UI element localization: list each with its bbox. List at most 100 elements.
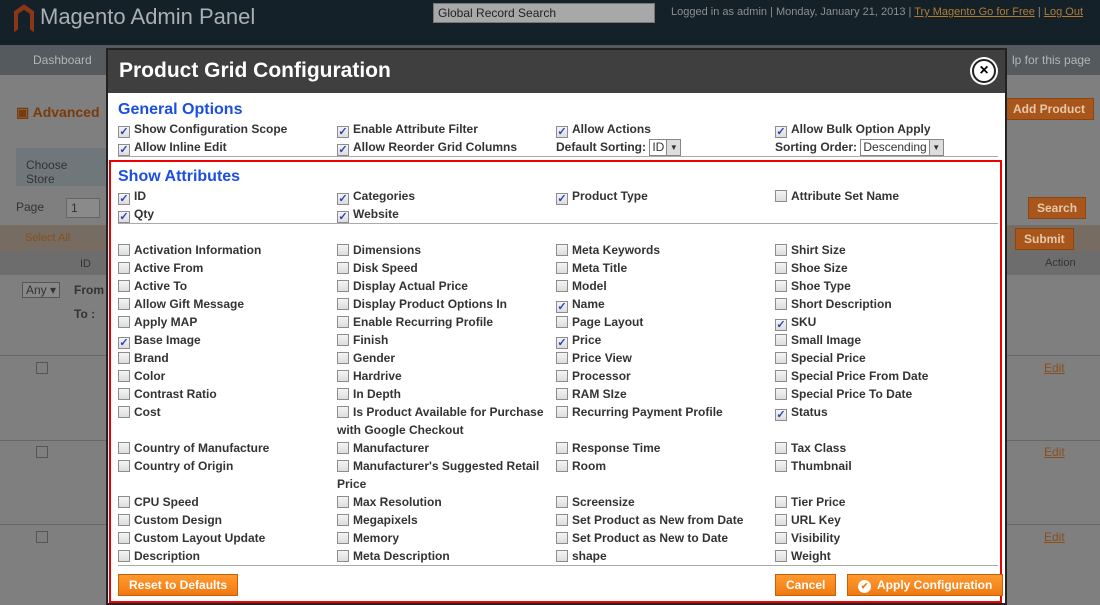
checkbox[interactable] [775, 550, 787, 562]
checkbox[interactable] [556, 388, 568, 400]
checkbox[interactable] [556, 496, 568, 508]
row-checkbox[interactable] [36, 531, 48, 543]
attribute-option[interactable]: Dimensions [337, 241, 549, 259]
checkbox[interactable] [118, 442, 130, 454]
attribute-option[interactable]: ✓ Show Configuration Scope [118, 120, 330, 138]
checkbox[interactable] [775, 370, 787, 382]
attribute-option[interactable]: ✓ Allow Reorder Grid Columns [337, 138, 549, 156]
attribute-option[interactable]: Allow Gift Message [118, 295, 330, 313]
attribute-option[interactable]: Display Actual Price [337, 277, 549, 295]
magento-logo[interactable]: Magento Admin Panel [14, 4, 255, 33]
logout-link[interactable]: Log Out [1044, 6, 1083, 18]
attribute-option[interactable]: Special Price From Date [775, 367, 987, 385]
checkbox[interactable] [118, 316, 130, 328]
attribute-option[interactable]: ✓ Website [337, 205, 549, 223]
attribute-option[interactable]: Country of Origin [118, 457, 330, 493]
checkbox[interactable] [118, 514, 130, 526]
apply-configuration-button[interactable]: ✔ Apply Configuration [847, 574, 1004, 596]
attribute-option[interactable]: Meta Description [337, 547, 549, 565]
submit-button[interactable]: Submit [1015, 228, 1074, 250]
try-magento-link[interactable]: Try Magento Go for Free [914, 6, 1035, 18]
attribute-option[interactable]: Country of Manufacture [118, 439, 330, 457]
edit-link[interactable]: Edit [1044, 445, 1065, 459]
checkbox[interactable] [556, 442, 568, 454]
attribute-option[interactable]: Gender [337, 349, 549, 367]
attribute-option[interactable]: Max Resolution [337, 493, 549, 511]
attribute-option[interactable]: Set Product as New from Date [556, 511, 768, 529]
checkbox[interactable] [337, 550, 349, 562]
checkbox[interactable] [337, 334, 349, 346]
checkbox[interactable] [775, 532, 787, 544]
edit-link[interactable]: Edit [1044, 530, 1065, 544]
attribute-option[interactable]: ✓ Status [775, 403, 987, 439]
any-select[interactable]: Any ▾ [22, 282, 61, 298]
page-input[interactable]: 1 [66, 198, 100, 218]
attribute-option[interactable]: Apply MAP [118, 313, 330, 331]
attribute-option[interactable]: ✓ ID [118, 187, 330, 205]
attribute-option[interactable]: Price View [556, 349, 768, 367]
checkbox[interactable] [556, 550, 568, 562]
attribute-option[interactable]: ✓ SKU [775, 313, 987, 331]
close-icon[interactable]: × [972, 59, 996, 83]
checkbox[interactable] [775, 388, 787, 400]
attribute-option[interactable]: shape [556, 547, 768, 565]
attribute-option[interactable]: Short Description [775, 295, 987, 313]
checkbox-checked[interactable]: ✓ [337, 211, 349, 223]
attribute-option[interactable]: Meta Title [556, 259, 768, 277]
attribute-option[interactable]: Disk Speed [337, 259, 549, 277]
add-product-button[interactable]: Add Product [1004, 98, 1094, 120]
attribute-option[interactable]: ✓ Allow Bulk Option Apply [775, 120, 987, 138]
attribute-option[interactable]: Screensize [556, 493, 768, 511]
search-button[interactable]: Search [1028, 197, 1087, 219]
attribute-option[interactable]: Description [118, 547, 330, 565]
checkbox[interactable] [556, 514, 568, 526]
attribute-option[interactable]: Manufacturer [337, 439, 549, 457]
checkbox[interactable] [556, 406, 568, 418]
attribute-option[interactable]: Processor [556, 367, 768, 385]
attribute-option[interactable]: Tax Class [775, 439, 987, 457]
attribute-option[interactable]: Custom Layout Update [118, 529, 330, 547]
checkbox[interactable] [118, 496, 130, 508]
checkbox[interactable] [337, 460, 349, 472]
attribute-option[interactable]: Thumbnail [775, 457, 987, 493]
attribute-option[interactable]: Is Product Available for Purchase with G… [337, 403, 549, 439]
attribute-option[interactable]: Memory [337, 529, 549, 547]
checkbox[interactable] [775, 298, 787, 310]
checkbox-checked[interactable]: ✓ [775, 126, 787, 138]
attribute-option[interactable]: ✓ Qty [118, 205, 330, 223]
attribute-option[interactable]: Hardrive [337, 367, 549, 385]
checkbox-checked[interactable]: ✓ [775, 319, 787, 331]
checkbox-checked[interactable]: ✓ [556, 337, 568, 349]
checkbox[interactable] [337, 370, 349, 382]
checkbox[interactable] [337, 262, 349, 274]
nav-dashboard[interactable]: Dashboard [33, 53, 92, 67]
checkbox[interactable] [118, 262, 130, 274]
checkbox[interactable] [775, 190, 787, 202]
attribute-option[interactable]: Cost [118, 403, 330, 439]
attribute-option[interactable]: Shirt Size [775, 241, 987, 259]
checkbox[interactable] [556, 316, 568, 328]
attribute-option[interactable]: Tier Price [775, 493, 987, 511]
sorting-order-select[interactable]: Descending ▼ [860, 139, 944, 157]
attribute-option[interactable]: ✓ Allow Actions [556, 120, 768, 138]
attribute-option[interactable]: Finish [337, 331, 549, 349]
checkbox[interactable] [556, 370, 568, 382]
checkbox[interactable] [118, 352, 130, 364]
checkbox[interactable] [775, 334, 787, 346]
row-checkbox[interactable] [36, 446, 48, 458]
checkbox[interactable] [556, 352, 568, 364]
attribute-option[interactable]: In Depth [337, 385, 549, 403]
attribute-option[interactable]: ✓ Name [556, 295, 768, 313]
nav-help[interactable]: lp for this page [1012, 53, 1091, 67]
attribute-option[interactable]: Room [556, 457, 768, 493]
attribute-option[interactable]: Special Price To Date [775, 385, 987, 403]
attribute-option[interactable]: Activation Information [118, 241, 330, 259]
checkbox[interactable] [556, 280, 568, 292]
attribute-option[interactable]: Shoe Size [775, 259, 987, 277]
checkbox[interactable] [337, 352, 349, 364]
checkbox[interactable] [118, 280, 130, 292]
checkbox[interactable] [337, 406, 349, 418]
attribute-option[interactable]: ✓ Price [556, 331, 768, 349]
column-id[interactable]: ID [80, 258, 91, 270]
attribute-option[interactable]: Visibility [775, 529, 987, 547]
